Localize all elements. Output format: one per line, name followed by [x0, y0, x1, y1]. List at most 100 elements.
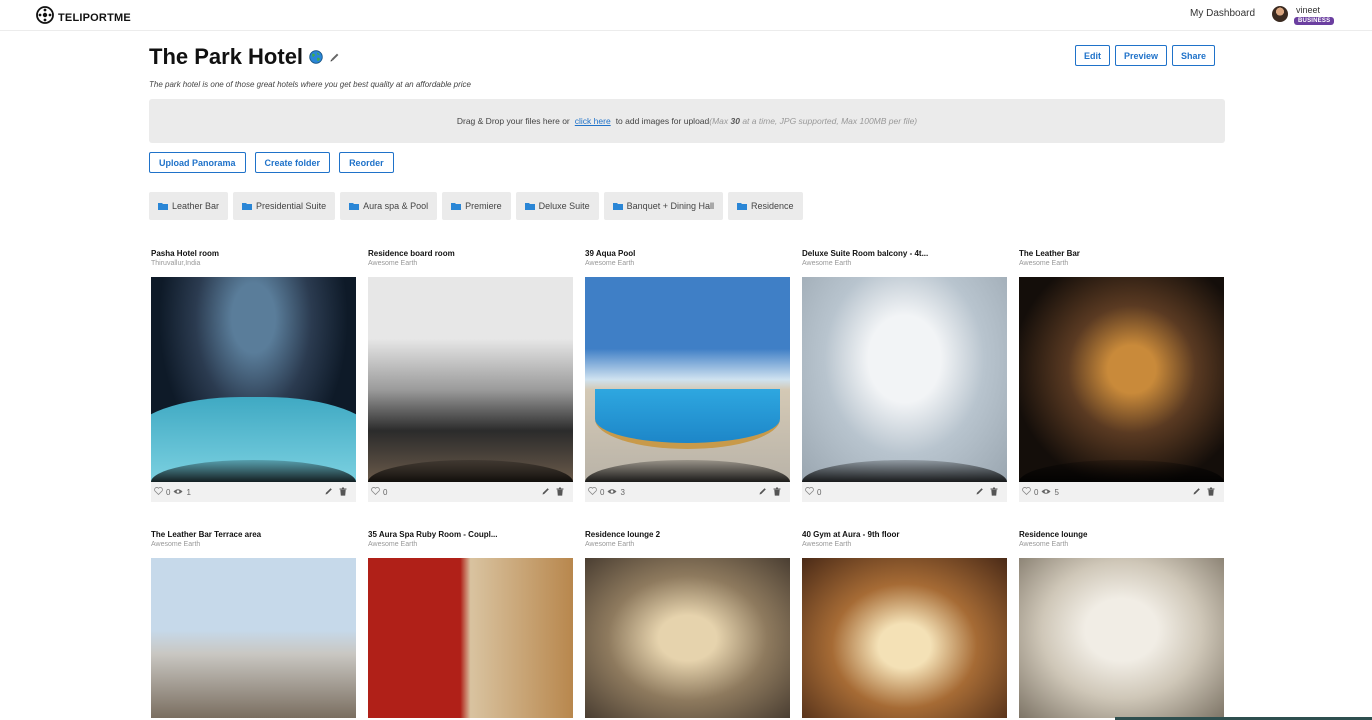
panorama-thumbnail[interactable]	[1019, 277, 1224, 482]
eye-icon	[1041, 488, 1051, 497]
panorama-thumbnail[interactable]	[802, 277, 1007, 482]
panorama-thumbnail[interactable]	[585, 277, 790, 482]
panorama-location: Awesome Earth	[1019, 541, 1069, 548]
avatar[interactable]	[1272, 6, 1288, 22]
folder-list: Leather Bar Presidential Suite Aura spa …	[149, 192, 803, 220]
panorama-footer: 0 1	[151, 482, 356, 502]
panorama-title[interactable]: The Leather Bar	[1019, 249, 1224, 258]
edit-title-pencil-icon[interactable]	[329, 52, 340, 63]
globe-icon[interactable]	[309, 50, 323, 64]
folder-icon	[524, 202, 535, 210]
trash-icon[interactable]	[556, 487, 564, 498]
trash-icon[interactable]	[1207, 487, 1215, 498]
panorama-card: Pasha Hotel room Thiruvallur,India 0 1	[151, 249, 356, 502]
panorama-card: 39 Aqua Pool Awesome Earth 0 3	[585, 249, 790, 502]
panorama-thumbnail[interactable]	[151, 558, 356, 718]
edit-button[interactable]: Edit	[1075, 45, 1110, 66]
trash-icon[interactable]	[773, 487, 781, 498]
folder-aura-spa-pool[interactable]: Aura spa & Pool	[340, 192, 438, 220]
like-count: 0	[600, 487, 605, 497]
panorama-title[interactable]: Deluxe Suite Room balcony - 4t...	[802, 249, 1007, 258]
panorama-card: 40 Gym at Aura - 9th floor Awesome Earth	[802, 530, 1007, 718]
folder-premiere[interactable]: Premiere	[442, 192, 511, 220]
edit-pencil-icon[interactable]	[758, 487, 767, 498]
folder-icon	[158, 202, 168, 210]
header-actions: Edit Preview Share	[1075, 45, 1216, 66]
panorama-thumbnail[interactable]	[368, 277, 573, 482]
panorama-location: Awesome Earth	[368, 541, 418, 548]
panorama-thumbnail[interactable]	[151, 277, 356, 482]
upload-dropzone[interactable]: Drag & Drop your files here or click her…	[149, 99, 1225, 143]
edit-pencil-icon[interactable]	[324, 487, 333, 498]
heart-icon[interactable]	[805, 487, 814, 497]
view-count: 5	[1054, 487, 1059, 497]
panorama-thumbnail[interactable]	[585, 558, 790, 718]
folder-presidential-suite[interactable]: Presidential Suite	[233, 192, 336, 220]
click-here-link[interactable]: click here	[575, 116, 611, 126]
panorama-card: The Leather Bar Terrace area Awesome Ear…	[151, 530, 356, 718]
like-count: 0	[383, 487, 388, 497]
panorama-footer: 0	[368, 482, 573, 502]
heart-icon[interactable]	[154, 487, 163, 497]
folder-banquet-dining-hall[interactable]: Banquet + Dining Hall	[603, 192, 723, 220]
panorama-footer: 0 5	[1019, 482, 1224, 502]
folder-icon	[736, 202, 747, 210]
eye-icon	[173, 488, 183, 497]
view-count: 1	[186, 487, 191, 497]
like-count: 0	[1034, 487, 1039, 497]
folder-label: Premiere	[465, 201, 502, 211]
page-subtitle: The park hotel is one of those great hot…	[149, 80, 471, 89]
eye-icon	[607, 488, 617, 497]
my-dashboard-link[interactable]: My Dashboard	[1190, 8, 1255, 19]
panorama-title[interactable]: 40 Gym at Aura - 9th floor	[802, 530, 1007, 539]
dropzone-text: Drag & Drop your files here or	[456, 116, 570, 126]
folder-leather-bar[interactable]: Leather Bar	[149, 192, 229, 220]
folder-label: Leather Bar	[172, 201, 220, 211]
panorama-location: Awesome Earth	[585, 260, 635, 267]
folder-label: Aura spa & Pool	[363, 201, 429, 211]
panorama-title[interactable]: Residence board room	[368, 249, 573, 258]
edit-pencil-icon[interactable]	[975, 487, 984, 498]
folder-label: Residence	[750, 201, 794, 211]
folder-icon	[612, 202, 623, 210]
brand-name: TELIPORTME	[58, 11, 131, 24]
panorama-card: Residence lounge Awesome Earth	[1019, 530, 1224, 718]
panorama-thumbnail[interactable]	[368, 558, 573, 718]
panorama-title[interactable]: Residence lounge	[1019, 530, 1224, 539]
heart-icon[interactable]	[588, 487, 597, 497]
edit-pencil-icon[interactable]	[1192, 487, 1201, 498]
folder-icon	[242, 202, 253, 210]
panorama-card: Deluxe Suite Room balcony - 4t... Awesom…	[802, 249, 1007, 502]
page-title: The Park Hotel	[149, 44, 304, 69]
share-button[interactable]: Share	[1172, 45, 1216, 66]
top-nav: TELIPORTME My Dashboard vineet BUSINESS	[0, 0, 1372, 31]
panorama-location: Awesome Earth	[802, 541, 852, 548]
heart-icon[interactable]	[1022, 487, 1031, 497]
user-name[interactable]: vineet	[1296, 5, 1320, 15]
panorama-title[interactable]: 35 Aura Spa Ruby Room - Coupl...	[368, 530, 573, 539]
edit-pencil-icon[interactable]	[541, 487, 550, 498]
panorama-location: Awesome Earth	[802, 260, 852, 267]
panorama-title[interactable]: Pasha Hotel room	[151, 249, 356, 258]
panorama-location: Awesome Earth	[585, 541, 635, 548]
reorder-button[interactable]: Reorder	[339, 152, 394, 173]
panorama-title[interactable]: Residence lounge 2	[585, 530, 790, 539]
upload-panorama-button[interactable]: Upload Panorama	[149, 152, 246, 173]
panorama-thumbnail[interactable]	[802, 558, 1007, 718]
trash-icon[interactable]	[990, 487, 998, 498]
max-files: 30	[730, 116, 740, 126]
brand-logo[interactable]: TELIPORTME	[36, 6, 131, 29]
panorama-thumbnail[interactable]	[1019, 558, 1224, 718]
panorama-location: Awesome Earth	[1019, 260, 1069, 267]
title-row: The Park Hotel	[149, 44, 340, 70]
create-folder-button[interactable]: Create folder	[254, 152, 331, 173]
folder-deluxe-suite[interactable]: Deluxe Suite	[515, 192, 599, 220]
panorama-card: 35 Aura Spa Ruby Room - Coupl... Awesome…	[368, 530, 573, 718]
folder-icon	[349, 202, 360, 210]
preview-button[interactable]: Preview	[1115, 45, 1168, 66]
folder-residence[interactable]: Residence	[727, 192, 803, 220]
heart-icon[interactable]	[371, 487, 380, 497]
panorama-title[interactable]: 39 Aqua Pool	[585, 249, 790, 258]
panorama-title[interactable]: The Leather Bar Terrace area	[151, 530, 356, 539]
trash-icon[interactable]	[339, 487, 347, 498]
